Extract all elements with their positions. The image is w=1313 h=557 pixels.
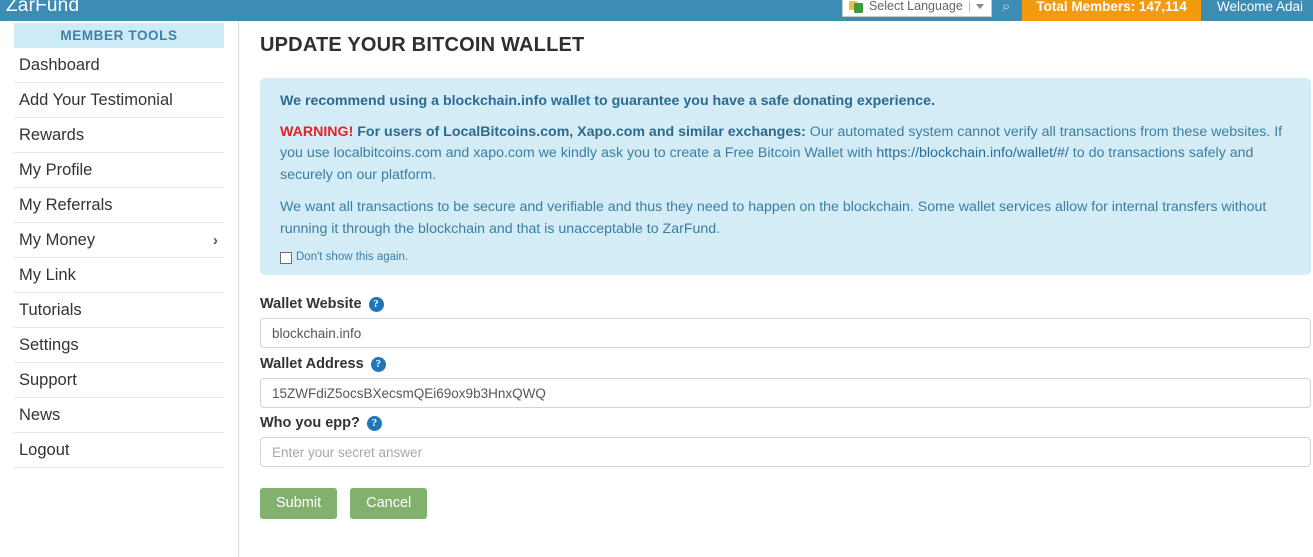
wallet-website-label-row: Wallet Website ? bbox=[260, 296, 1310, 312]
sidebar-item-label: Dashboard bbox=[19, 55, 100, 74]
alert-lead-after: to guarantee you have a safe donating ex… bbox=[590, 93, 935, 109]
page-root: ZarFund Select Language | ⌕ Total Member… bbox=[0, 0, 1313, 557]
alert-blockchain-paragraph: We want all transactions to be secure an… bbox=[280, 199, 1267, 237]
form-actions: Submit Cancel bbox=[260, 488, 1310, 519]
sidebar-item-label: Support bbox=[19, 370, 77, 389]
help-icon[interactable]: ? bbox=[366, 415, 382, 431]
wallet-address-input[interactable] bbox=[260, 378, 1311, 408]
alert-lead-paragraph: We recommend using a blockchain.info wal… bbox=[280, 91, 1292, 113]
blockchain-wallet-url-link[interactable]: https://blockchain.info/wallet/#/ bbox=[876, 145, 1068, 161]
topbar-right-group: Select Language | ⌕ Total Members: 147,1… bbox=[841, 0, 1313, 21]
main-content: UPDATE YOUR BITCOIN WALLET We recommend … bbox=[240, 21, 1313, 557]
sidebar-item-label: My Profile bbox=[19, 160, 93, 179]
secret-question-field: Who you epp? ? bbox=[260, 415, 1311, 467]
alert-warning-paragraph: WARNING! For users of LocalBitcoins.com,… bbox=[280, 122, 1292, 187]
sidebar-item-support[interactable]: Support bbox=[14, 363, 224, 398]
cancel-button[interactable]: Cancel bbox=[350, 488, 428, 519]
sidebar-item-label: Logout bbox=[19, 440, 70, 459]
dont-show-again-row[interactable]: Don't show this again. bbox=[280, 251, 1292, 264]
wallet-website-label: Wallet Website bbox=[260, 296, 362, 312]
help-icon[interactable]: ? bbox=[370, 356, 386, 372]
sidebar-item-label: My Money bbox=[19, 230, 96, 249]
notification-bell-icon[interactable]: ⌕ bbox=[1002, 0, 1010, 14]
google-translate-icon bbox=[848, 0, 864, 13]
sidebar-heading-member-tools: MEMBER TOOLS bbox=[14, 23, 224, 48]
alert-lead-before: We recommend using a bbox=[280, 93, 443, 109]
warning-exchanges-bold: For users of LocalBitcoins.com, Xapo.com… bbox=[353, 123, 806, 140]
sidebar-item-label: News bbox=[19, 405, 61, 424]
wallet-address-field: Wallet Address ? bbox=[260, 356, 1311, 408]
total-members-badge: Total Members: 147,114 bbox=[1022, 0, 1201, 21]
sidebar-item-my-profile[interactable]: My Profile bbox=[14, 153, 224, 188]
language-separator: | bbox=[967, 0, 971, 13]
sidebar-item-my-referrals[interactable]: My Referrals bbox=[14, 188, 224, 223]
sidebar-item-my-money[interactable]: My Money › bbox=[14, 223, 224, 258]
warning-label: WARNING! bbox=[280, 123, 354, 140]
sidebar-item-label: Rewards bbox=[19, 125, 85, 144]
sidebar-item-label: Tutorials bbox=[19, 300, 82, 319]
sidebar-item-rewards[interactable]: Rewards bbox=[14, 118, 224, 153]
sidebar-item-dashboard[interactable]: Dashboard bbox=[14, 48, 224, 83]
brand-logo[interactable]: ZarFund bbox=[0, 0, 79, 17]
chevron-down-icon[interactable] bbox=[975, 3, 984, 9]
wallet-website-input[interactable] bbox=[260, 318, 1311, 348]
page-title: UPDATE YOUR BITCOIN WALLET bbox=[260, 34, 585, 56]
secret-question-label: Who you epp? bbox=[260, 415, 360, 431]
wallet-address-label-row: Wallet Address ? bbox=[260, 356, 1310, 372]
language-selector[interactable]: Select Language | bbox=[841, 0, 992, 17]
chevron-right-icon: › bbox=[213, 231, 218, 249]
sidebar-item-add-your-testimonial[interactable]: Add Your Testimonial bbox=[14, 83, 224, 118]
top-navigation-bar: ZarFund Select Language | ⌕ Total Member… bbox=[0, 0, 1313, 21]
language-selector-label: Select Language bbox=[868, 0, 963, 13]
dont-show-again-label[interactable]: Don't show this again. bbox=[296, 251, 408, 264]
dont-show-again-checkbox[interactable] bbox=[280, 252, 292, 264]
wallet-address-label: Wallet Address bbox=[260, 356, 364, 372]
sidebar-item-logout[interactable]: Logout bbox=[14, 433, 224, 468]
wallet-website-field: Wallet Website ? bbox=[260, 296, 1311, 348]
sidebar-item-label: Settings bbox=[19, 335, 79, 354]
blockchain-info-wallet-link[interactable]: blockchain.info wallet bbox=[443, 93, 590, 109]
sidebar-item-news[interactable]: News bbox=[14, 398, 224, 433]
sidebar-item-label: My Link bbox=[19, 265, 76, 284]
sidebar: MEMBER TOOLS Dashboard Add Your Testimon… bbox=[0, 21, 239, 557]
sidebar-item-tutorials[interactable]: Tutorials bbox=[14, 293, 224, 328]
secret-answer-input[interactable] bbox=[260, 437, 1311, 467]
sidebar-item-settings[interactable]: Settings bbox=[14, 328, 224, 363]
submit-button[interactable]: Submit bbox=[260, 488, 338, 519]
sidebar-item-my-link[interactable]: My Link bbox=[14, 258, 224, 293]
wallet-recommendation-alert: We recommend using a blockchain.info wal… bbox=[260, 78, 1311, 275]
sidebar-item-label: Add Your Testimonial bbox=[19, 90, 173, 109]
help-icon[interactable]: ? bbox=[368, 296, 384, 312]
sidebar-item-label: My Referrals bbox=[19, 195, 113, 214]
welcome-user-label[interactable]: Welcome Adai bbox=[1201, 0, 1313, 21]
secret-question-label-row: Who you epp? ? bbox=[260, 415, 1310, 431]
